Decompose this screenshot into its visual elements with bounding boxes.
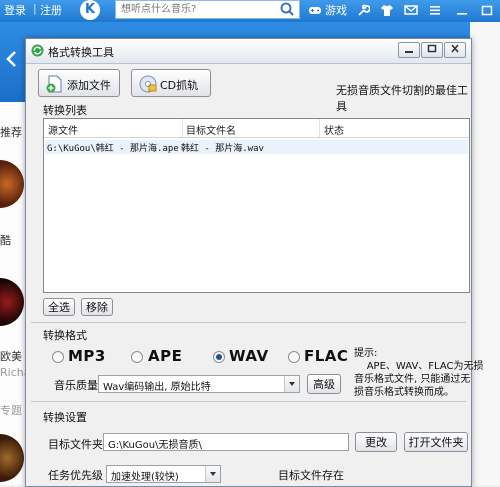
change-folder-button[interactable]: 更改 [355, 432, 397, 452]
tagline: 无损音质文件切割的最佳工具 [336, 84, 468, 113]
add-file-icon [46, 75, 62, 93]
topbar-separator: | [33, 2, 37, 15]
converter-app-icon [31, 44, 44, 57]
gamepad-icon[interactable] [308, 3, 322, 17]
cd-rip-label: CD抓轨 [160, 79, 199, 92]
minimize-icon[interactable] [455, 3, 469, 17]
kugou-logo: K [80, 0, 100, 20]
advanced-button[interactable]: 高级 [307, 374, 341, 394]
side-label-topics: 专题 [0, 404, 22, 417]
close-icon [451, 44, 459, 53]
column-divider[interactable] [319, 119, 320, 137]
chevron-down-icon [284, 376, 299, 392]
format-radio-mp3[interactable] [52, 351, 64, 363]
side-label-recommend: 推荐 [0, 126, 22, 139]
format-converter-dialog: 格式转换工具 添加文件 CD抓轨 无损音质文件切割的最佳工具 转换列表 源文件 … [25, 38, 484, 487]
add-file-button[interactable]: 添加文件 [38, 69, 120, 97]
format-hint: 提示: APE、WAV、FLAC为无损 音乐格式文件, 只能通过无 损音乐格式转… [354, 348, 484, 398]
open-folder-button[interactable]: 打开文件夹 [404, 432, 468, 452]
column-status[interactable]: 状态 [324, 122, 344, 137]
row-source-cell: G:\KuGou\韩红 - 那片海.ape [47, 144, 179, 154]
mail-icon[interactable] [404, 3, 418, 17]
side-label-western: 欧美 [0, 350, 22, 363]
convert-list[interactable]: 源文件 目标文件名 状态 G:\KuGou\韩红 - 那片海.ape 韩红 - … [43, 118, 470, 293]
quality-select-value: Wav编码输出, 原始比特 [103, 382, 211, 393]
games-link[interactable]: 游戏 [325, 2, 347, 18]
side-label-kugou: 酷 [0, 234, 11, 247]
convert-format-label: 转换格式 [43, 329, 87, 342]
format-label-wav[interactable]: WAV [229, 347, 269, 365]
format-label-flac[interactable]: FLAC [304, 347, 348, 365]
priority-select[interactable]: 加速处理(较快) [106, 465, 221, 483]
maximize-icon [427, 44, 437, 53]
file-exists-label: 目标文件存在 [278, 469, 344, 482]
row-target-cell: 韩红 - 那片海.wav [181, 144, 264, 154]
table-row[interactable]: G:\KuGou\韩红 - 那片海.ape 韩红 - 那片海.wav [45, 140, 468, 154]
dialog-maximize-button[interactable] [421, 42, 443, 58]
column-source-file[interactable]: 源文件 [48, 122, 78, 137]
remove-button[interactable]: 移除 [81, 298, 113, 316]
add-file-label: 添加文件 [67, 79, 111, 92]
convert-settings-label: 转换设置 [43, 411, 87, 424]
format-radio-ape[interactable] [131, 351, 143, 363]
format-label-ape[interactable]: APE [148, 347, 182, 365]
section-divider [31, 401, 466, 402]
section-divider [31, 322, 466, 323]
chevron-down-icon [205, 466, 220, 482]
cd-icon [139, 75, 157, 93]
format-radio-wav[interactable] [213, 351, 225, 363]
login-link[interactable]: 登录 [4, 2, 26, 18]
minimize-icon [405, 51, 413, 53]
dialog-minimize-button[interactable] [398, 42, 420, 58]
target-folder-field[interactable]: G:\KuGou\无损音质\ [103, 433, 349, 451]
quality-label: 音乐质量 [54, 379, 98, 392]
search-input[interactable] [115, 0, 300, 19]
format-label-mp3[interactable]: MP3 [68, 347, 106, 365]
convert-list-label: 转换列表 [43, 104, 87, 117]
dialog-titlebar[interactable]: 格式转换工具 [26, 39, 471, 64]
quality-select[interactable]: Wav编码输出, 原始比特 [98, 375, 300, 393]
convert-list-header: 源文件 目标文件名 状态 [44, 119, 469, 138]
back-arrow-icon[interactable] [4, 50, 18, 68]
shirt-icon[interactable] [380, 3, 394, 17]
priority-label: 任务优先级 [48, 469, 103, 482]
search-icon[interactable] [279, 1, 295, 17]
dialog-close-button[interactable] [444, 42, 466, 58]
column-target-name[interactable]: 目标文件名 [186, 122, 236, 137]
format-radio-flac[interactable] [288, 351, 300, 363]
select-all-button[interactable]: 全选 [43, 298, 75, 316]
dialog-title: 格式转换工具 [48, 46, 114, 59]
priority-select-value: 加速处理(较快) [111, 472, 179, 483]
cd-rip-button[interactable]: CD抓轨 [131, 69, 211, 97]
target-folder-label: 目标文件夹 [48, 438, 103, 451]
wrench-icon[interactable] [356, 3, 370, 17]
restore-icon[interactable] [480, 3, 494, 17]
menu-icon[interactable] [428, 3, 442, 17]
register-link[interactable]: 注册 [40, 2, 62, 18]
column-divider[interactable] [182, 119, 183, 137]
kugou-right-panel [470, 22, 500, 485]
